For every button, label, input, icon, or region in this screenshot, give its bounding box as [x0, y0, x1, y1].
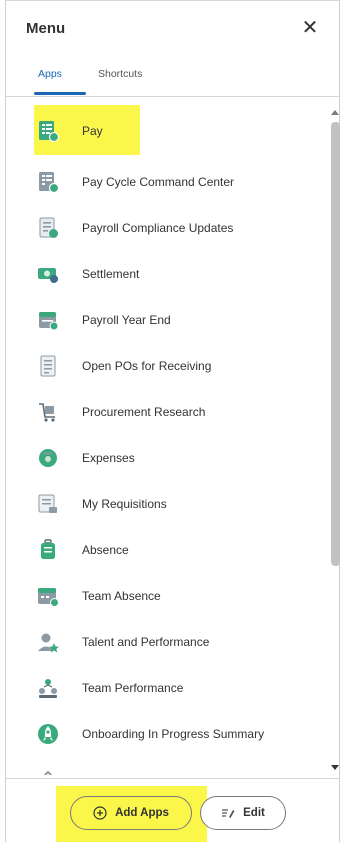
app-label: Onboarding In Progress Summary: [82, 727, 265, 741]
scroll-up-arrow-icon[interactable]: [331, 110, 339, 115]
add-apps-label: Add Apps: [115, 807, 169, 819]
app-item-talent-and-performance[interactable]: Talent and Performance: [36, 625, 321, 659]
app-item-pay[interactable]: Pay: [36, 114, 321, 148]
app-item-my-requisitions[interactable]: My Requisitions: [36, 487, 321, 521]
tab-shortcuts[interactable]: Shortcuts: [98, 68, 142, 80]
procurement-icon: [39, 403, 55, 422]
close-icon[interactable]: ✕: [299, 17, 321, 39]
app-label: Team Performance: [82, 681, 184, 695]
app-label: Payroll Year End: [82, 313, 171, 327]
app-label: My Requisitions: [82, 497, 167, 511]
scroll-thumb[interactable]: [331, 122, 340, 566]
edit-label: Edit: [243, 807, 265, 819]
document-icon: [40, 355, 56, 377]
settlement-icon: [38, 268, 58, 283]
app-item-payroll-compliance-updates[interactable]: Payroll Compliance Updates: [36, 211, 321, 245]
team-icon: [39, 679, 57, 698]
pay-icon: [39, 121, 60, 143]
app-item-team-absence[interactable]: Team Absence: [36, 579, 321, 613]
rocket-icon: [38, 724, 58, 744]
luggage-icon: [41, 539, 55, 559]
tab-apps[interactable]: Apps: [38, 68, 62, 80]
expenses-icon: [39, 449, 57, 467]
app-label: Pay Cycle Command Center: [82, 175, 235, 189]
payroll-year-end-icon: [39, 312, 59, 331]
scroll-down-arrow-icon[interactable]: [331, 765, 339, 770]
talent-icon: [38, 633, 59, 653]
app-item-payroll-year-end[interactable]: Payroll Year End: [36, 303, 321, 337]
app-item-open-pos-for-receiving[interactable]: Open POs for Receiving: [36, 349, 321, 383]
active-tab-indicator: [34, 92, 86, 95]
add-apps-button[interactable]: Add Apps: [70, 796, 192, 830]
edit-button[interactable]: Edit: [200, 796, 286, 830]
menu-header: Menu ✕: [26, 17, 321, 42]
app-item-partial[interactable]: [36, 761, 321, 775]
app-label: Open POs for Receiving: [82, 359, 212, 373]
app-label: Procurement Research: [82, 405, 206, 419]
partial-app-icon: [43, 770, 53, 775]
menu-title: Menu: [26, 20, 66, 37]
app-item-expenses[interactable]: Expenses: [36, 441, 321, 475]
footer-divider: [6, 778, 339, 779]
app-item-settlement[interactable]: Settlement: [36, 257, 321, 291]
top-border: [6, 0, 339, 1]
app-label: Talent and Performance: [82, 635, 210, 649]
app-label: Absence: [82, 543, 129, 557]
pay-cycle-icon: [39, 172, 60, 194]
app-label: Settlement: [82, 267, 140, 281]
edit-list-icon: [222, 809, 235, 818]
app-item-absence[interactable]: Absence: [36, 533, 321, 567]
app-item-onboarding-in-progress-summary[interactable]: Onboarding In Progress Summary: [36, 717, 321, 751]
app-label: Payroll Compliance Updates: [82, 221, 234, 235]
app-item-procurement-research[interactable]: Procurement Research: [36, 395, 321, 429]
requisitions-icon: [38, 494, 57, 513]
app-label: Pay: [82, 124, 103, 138]
apps-list: Pay Pay Cycle Command Center Payroll Com…: [6, 97, 341, 775]
menu-panel: Menu ✕ Apps Shortcuts Pay Pay Cycle Comm…: [5, 0, 340, 842]
calendar-icon: [38, 588, 59, 607]
list-scrollbar[interactable]: [329, 110, 341, 775]
app-item-team-performance[interactable]: Team Performance: [36, 671, 321, 705]
app-label: Expenses: [82, 451, 135, 465]
app-label: Team Absence: [82, 589, 161, 603]
app-item-pay-cycle-command-center[interactable]: Pay Cycle Command Center: [36, 165, 321, 199]
plus-circle-icon: [93, 806, 107, 820]
payroll-compliance-icon: [39, 217, 58, 238]
